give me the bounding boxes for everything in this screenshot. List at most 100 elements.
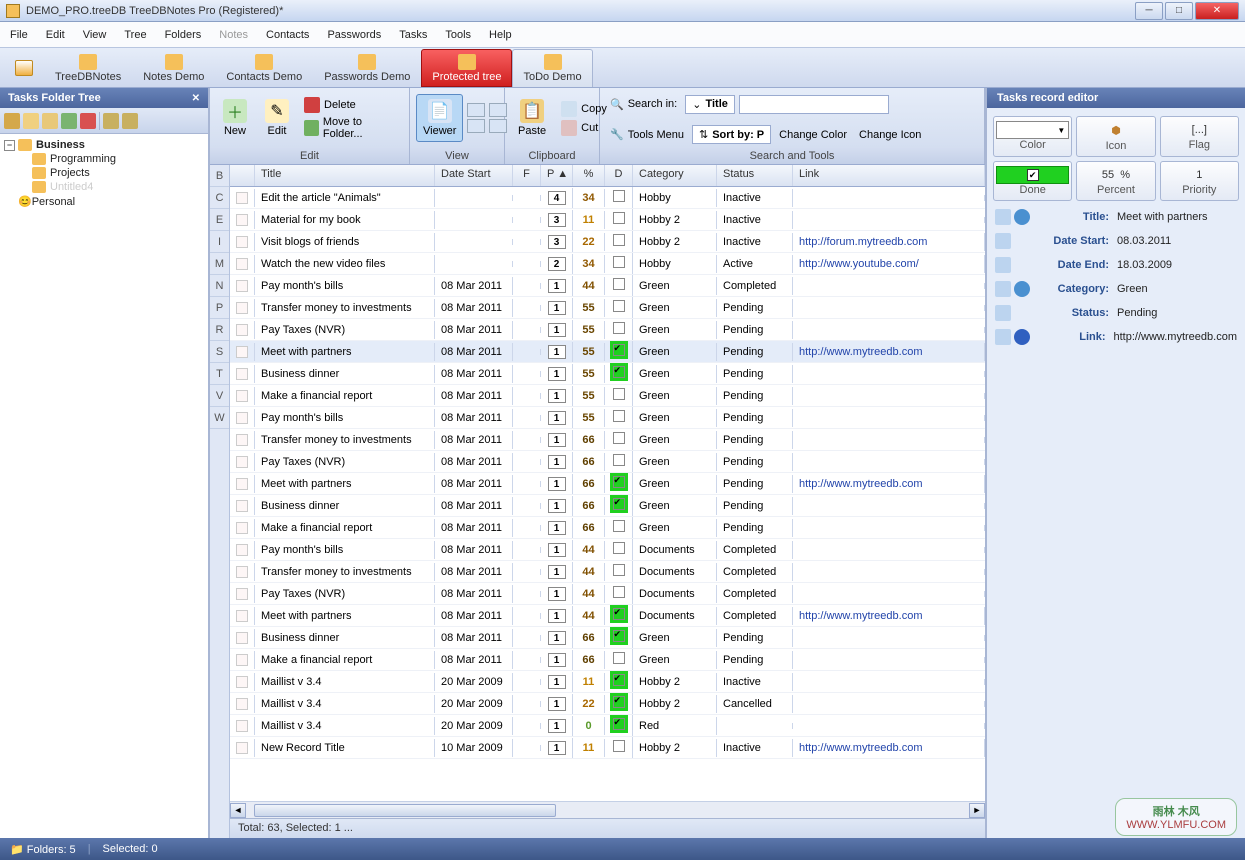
menu-tools[interactable]: Tools [445,29,471,41]
tab-treedbnotes[interactable]: TreeDBNotes [44,49,132,87]
table-row[interactable]: Maillist v 3.420 Mar 200910Red [230,715,985,737]
edit-button[interactable]: ✎Edit [258,94,296,142]
sort-by-button[interactable]: ⇅Sort by: P [692,125,771,144]
tree-item[interactable]: −Business [4,138,204,152]
folder-tool-icon[interactable] [103,113,119,129]
menu-tasks[interactable]: Tasks [399,29,427,41]
menu-folders[interactable]: Folders [165,29,202,41]
table-row[interactable]: Maillist v 3.420 Mar 2009111Hobby 2Inact… [230,671,985,693]
copy-icon[interactable] [995,209,1011,225]
folder-tool-icon[interactable] [61,113,77,129]
search-input[interactable] [739,95,889,114]
tree-item[interactable]: Projects [4,166,204,180]
folder-tree[interactable]: −BusinessProgrammingProjectsUntitled4😊 P… [0,134,208,838]
viewer-button[interactable]: 📄Viewer [416,94,463,142]
icon-selector[interactable]: ⬢ Icon [1076,116,1155,157]
priority-field[interactable]: 1 Priority [1160,161,1239,201]
copy-icon[interactable] [995,329,1011,345]
alpha-letter[interactable]: P [210,297,229,319]
change-color-button[interactable]: Change Color [775,128,851,142]
search-icon[interactable] [1014,209,1030,225]
table-row[interactable]: Material for my book311Hobby 2Inactive [230,209,985,231]
search-icon[interactable] [1014,281,1030,297]
table-row[interactable]: Watch the new video files234HobbyActiveh… [230,253,985,275]
table-row[interactable]: New Record Title10 Mar 2009111Hobby 2Ina… [230,737,985,759]
alpha-letter[interactable]: R [210,319,229,341]
table-row[interactable]: Pay month's bills08 Mar 2011144GreenComp… [230,275,985,297]
tree-item[interactable]: 😊 Personal [4,194,204,209]
copy-icon[interactable] [995,281,1011,297]
delete-button[interactable]: Delete [300,96,403,114]
alpha-letter[interactable]: T [210,363,229,385]
table-row[interactable]: Make a financial report08 Mar 2011166Gre… [230,517,985,539]
folder-tool-icon[interactable] [122,113,138,129]
table-row[interactable]: Meet with partners08 Mar 2011166GreenPen… [230,473,985,495]
alpha-letter[interactable]: S [210,341,229,363]
table-row[interactable]: Visit blogs of friends322Hobby 2Inactive… [230,231,985,253]
copy-icon[interactable] [995,257,1011,273]
tab-home[interactable] [4,49,44,87]
color-selector[interactable]: ▼ Color [993,116,1072,157]
menu-notes[interactable]: Notes [219,29,248,41]
panel-close-icon[interactable]: ✕ [192,93,200,104]
table-row[interactable]: Transfer money to investments08 Mar 2011… [230,429,985,451]
table-row[interactable]: Pay Taxes (NVR)08 Mar 2011155GreenPendin… [230,319,985,341]
menu-view[interactable]: View [83,29,107,41]
globe-icon[interactable] [1014,329,1030,345]
alpha-letter[interactable]: V [210,385,229,407]
menu-file[interactable]: File [10,29,28,41]
alpha-letter[interactable]: I [210,231,229,253]
tab-passwords-demo[interactable]: Passwords Demo [313,49,421,87]
flag-selector[interactable]: [...] Flag [1160,116,1239,157]
done-toggle[interactable]: ✔ Done [993,161,1072,201]
tree-item[interactable]: Untitled4 [4,180,204,194]
grid-header[interactable]: Title Date Start F P ▲ % D Category Stat… [230,165,985,187]
table-row[interactable]: Pay Taxes (NVR)08 Mar 2011166GreenPendin… [230,451,985,473]
menu-help[interactable]: Help [489,29,512,41]
table-row[interactable]: Transfer money to investments08 Mar 2011… [230,561,985,583]
horizontal-scrollbar[interactable]: ◄► [230,801,985,818]
copy-icon[interactable] [995,305,1011,321]
new-button[interactable]: ＋New [216,94,254,142]
table-row[interactable]: Business dinner08 Mar 2011166GreenPendin… [230,495,985,517]
table-row[interactable]: Make a financial report08 Mar 2011166Gre… [230,649,985,671]
minimize-button[interactable]: ─ [1135,2,1163,20]
alpha-letter[interactable]: M [210,253,229,275]
alpha-letter[interactable]: C [210,187,229,209]
table-row[interactable]: Make a financial report08 Mar 2011155Gre… [230,385,985,407]
table-row[interactable]: Pay month's bills08 Mar 2011155GreenPend… [230,407,985,429]
menu-passwords[interactable]: Passwords [327,29,381,41]
table-row[interactable]: Meet with partners08 Mar 2011144Document… [230,605,985,627]
folder-tool-icon[interactable] [4,113,20,129]
menu-contacts[interactable]: Contacts [266,29,309,41]
alpha-index[interactable]: BCEIMNPRSTVW [210,165,230,838]
table-row[interactable]: Edit the article "Animals"434HobbyInacti… [230,187,985,209]
alpha-letter[interactable]: B [210,165,229,187]
folder-tool-icon[interactable] [23,113,39,129]
table-row[interactable]: Business dinner08 Mar 2011155GreenPendin… [230,363,985,385]
table-row[interactable]: Pay Taxes (NVR)08 Mar 2011144DocumentsCo… [230,583,985,605]
tab-todo-demo[interactable]: ToDo Demo [512,49,592,87]
menu-edit[interactable]: Edit [46,29,65,41]
alpha-letter[interactable]: E [210,209,229,231]
tab-protected-tree[interactable]: Protected tree [421,49,512,87]
table-row[interactable]: Pay month's bills08 Mar 2011144Documents… [230,539,985,561]
maximize-button[interactable]: □ [1165,2,1193,20]
paste-button[interactable]: 📋Paste [511,94,553,142]
percent-field[interactable]: 55 % Percent [1076,161,1155,201]
table-row[interactable]: Meet with partners08 Mar 2011155GreenPen… [230,341,985,363]
tools-menu-button[interactable]: 🔧Tools Menu [606,127,688,142]
alpha-letter[interactable]: N [210,275,229,297]
table-row[interactable]: Maillist v 3.420 Mar 2009122Hobby 2Cance… [230,693,985,715]
folder-tool-icon[interactable] [42,113,58,129]
alpha-letter[interactable]: W [210,407,229,429]
table-row[interactable]: Business dinner08 Mar 2011166GreenPendin… [230,627,985,649]
tab-contacts-demo[interactable]: Contacts Demo [215,49,313,87]
view-option-icon[interactable] [467,119,485,133]
search-combo[interactable]: ⌄Title [685,95,735,114]
folder-tool-icon[interactable] [80,113,96,129]
copy-icon[interactable] [995,233,1011,249]
tree-item[interactable]: Programming [4,152,204,166]
grid-body[interactable]: Edit the article "Animals"434HobbyInacti… [230,187,985,801]
tab-notes-demo[interactable]: Notes Demo [132,49,215,87]
